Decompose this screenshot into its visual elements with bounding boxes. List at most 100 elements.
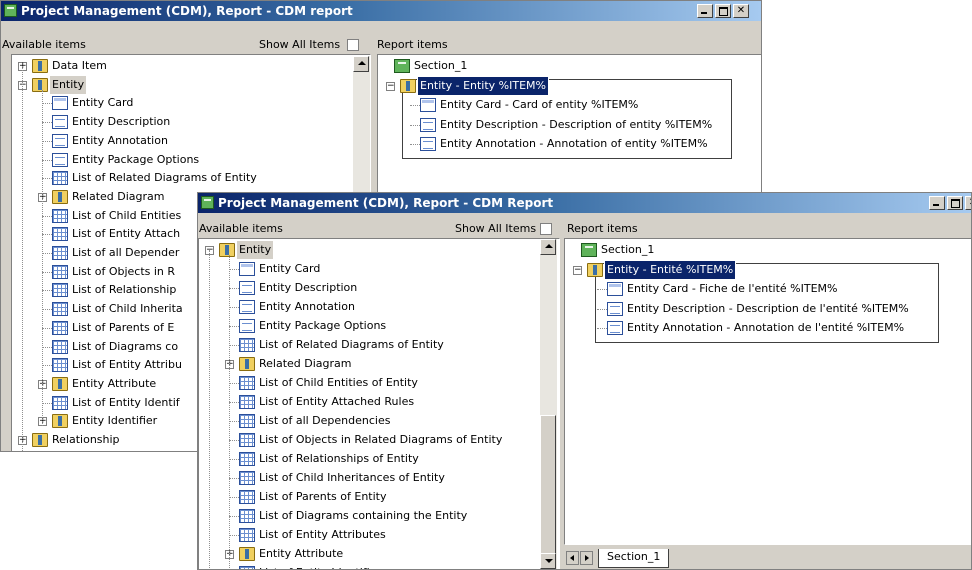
card-icon — [52, 96, 68, 111]
available-items-scrollbar[interactable] — [540, 239, 557, 569]
document-icon — [607, 301, 623, 316]
maximize-button[interactable] — [947, 196, 963, 210]
tree-item-label: Entity Description - Description of enti… — [440, 117, 713, 131]
tree-item-label: List of Diagrams containing the Entity — [259, 509, 468, 522]
tree-item-label: Entity — [50, 75, 87, 94]
folder-icon — [52, 376, 68, 391]
tree-item-label: List of all Depender — [72, 246, 180, 259]
tree-connector — [22, 66, 23, 451]
grid-icon — [52, 264, 68, 279]
scroll-down-button[interactable] — [540, 553, 556, 569]
report-items-tree[interactable]: Section_1 − Entity - Entité %ITEM% Entity C… — [564, 238, 971, 545]
tree-item-label: List of Parents of E — [72, 320, 175, 334]
report-app-icon — [4, 4, 17, 17]
tree-item-label: List of Entity Attached Rules — [259, 395, 415, 408]
available-items-label: Available items — [199, 222, 283, 235]
tree-item-label: Entity Description — [72, 115, 171, 129]
tree-item-label: Section_1 — [414, 59, 468, 72]
tree-item-label: List of Objects in Related Diagrams of E… — [259, 433, 503, 446]
tab-scroll-left-button[interactable] — [566, 551, 579, 565]
report-items-label: Report items — [377, 38, 448, 51]
tree-item-label: List of Entity Attach — [72, 227, 181, 241]
tree-item-label: List of Child Inheritances of Entity — [259, 471, 445, 484]
section-icon — [581, 243, 597, 257]
close-button[interactable]: ✕ — [965, 196, 971, 210]
minimize-button[interactable] — [697, 4, 713, 18]
folder-icon — [587, 262, 603, 277]
report-window-french: Project Management (CDM), Report - CDM R… — [197, 192, 972, 570]
show-all-items-checkbox[interactable] — [540, 223, 552, 235]
folder-icon — [52, 414, 68, 429]
tree-connector — [209, 250, 210, 569]
folder-icon — [400, 78, 416, 93]
grid-icon — [52, 246, 68, 260]
grid-icon — [52, 320, 68, 335]
tree-item-label: Entity Description — [259, 281, 358, 294]
scroll-up-button[interactable] — [540, 239, 556, 255]
close-button[interactable]: ✕ — [733, 4, 749, 18]
document-icon — [52, 152, 68, 167]
tree-item-label: Entity Description - Description de l'en… — [627, 301, 909, 315]
document-icon — [239, 281, 255, 295]
available-items-tree[interactable]: − Entity Entity Card Entity Description Enti… — [198, 238, 560, 569]
tree-connector — [229, 255, 230, 569]
tree-item-label: Related Diagram — [259, 357, 352, 370]
tab-section-1[interactable]: Section_1 — [598, 549, 670, 568]
folder-icon — [32, 77, 48, 92]
document-icon — [607, 321, 623, 335]
grid-icon — [239, 528, 255, 542]
tree-item-label: List of Entity Identif — [72, 395, 180, 409]
title-bar[interactable]: Project Management (CDM), Report - CDM R… — [198, 193, 971, 213]
folder-icon — [32, 59, 48, 73]
tree-item-label: Relationship — [52, 433, 120, 446]
tree-item-label: List of all Dependencies — [259, 414, 391, 427]
grid-icon — [239, 509, 255, 523]
grid-icon — [239, 338, 255, 352]
collapse-icon[interactable]: − — [386, 81, 395, 91]
grid-icon — [52, 171, 68, 186]
card-icon — [420, 98, 436, 112]
scroll-up-button[interactable] — [353, 56, 369, 72]
grid-icon — [239, 414, 255, 428]
folder-icon — [239, 357, 255, 371]
document-icon — [52, 115, 68, 130]
folder-icon — [239, 547, 255, 561]
tree-item-label: Related Diagram — [72, 189, 165, 203]
tree-item-label: Entity Identifier — [72, 414, 158, 428]
tab-scroll-right-button[interactable] — [580, 551, 593, 565]
section-icon — [394, 59, 410, 73]
tree-connector — [42, 89, 43, 427]
card-icon — [607, 282, 623, 296]
tree-item-label: Entity - Entity %ITEM% — [417, 75, 549, 96]
tree-item-label: List of Entity Identifiers — [259, 564, 387, 569]
minimize-button[interactable] — [929, 196, 945, 210]
tree-item-label: Entity Annotation - Annotation de l'enti… — [627, 321, 905, 334]
tree-item-label: List of Child Inherita — [72, 302, 183, 316]
grid-icon — [52, 358, 68, 373]
tree-item-label: Data Item — [52, 59, 107, 72]
folder-icon — [219, 243, 235, 257]
grid-icon — [239, 566, 255, 569]
tree-item-label: Entity Attribute — [259, 547, 344, 560]
available-items-scrollbar[interactable] — [353, 56, 370, 196]
window-title: Project Management (CDM), Report - CDM r… — [21, 4, 353, 18]
document-icon — [239, 300, 255, 314]
title-bar[interactable]: Project Management (CDM), Report - CDM r… — [1, 1, 761, 21]
grid-icon — [52, 227, 68, 242]
tree-item-label: List of Child Entities of Entity — [259, 376, 418, 389]
tree-item-label: List of Parents of Entity — [259, 490, 387, 503]
tree-item-label: Entity Package Options — [72, 152, 200, 166]
tree-item-label: Entity Annotation — [259, 300, 355, 313]
scrollbar-thumb[interactable] — [540, 415, 556, 569]
document-icon — [420, 117, 436, 132]
section-tab-bar: Section_1 — [564, 545, 971, 569]
tree-item-label: List of Entity Attribu — [72, 358, 182, 372]
document-icon — [239, 319, 255, 333]
tree-item-label: List of Objects in R — [72, 264, 176, 278]
tree-item-label: Entity Package Options — [259, 319, 387, 332]
collapse-icon[interactable]: − — [573, 265, 582, 275]
maximize-button[interactable] — [715, 4, 731, 18]
show-all-items-label: Show All Items — [455, 222, 537, 235]
show-all-items-checkbox[interactable] — [347, 39, 359, 51]
grid-icon — [239, 395, 255, 409]
